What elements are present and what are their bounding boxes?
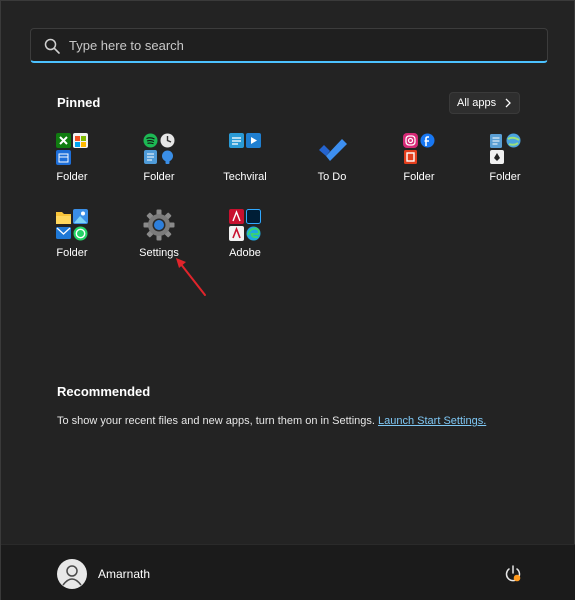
tile-label: Folder bbox=[56, 247, 88, 259]
all-apps-label: All apps bbox=[457, 97, 497, 109]
pinned-folder-social[interactable]: Folder bbox=[383, 133, 455, 199]
folder-notepad-globe-solitaire bbox=[490, 133, 521, 164]
search-icon bbox=[44, 38, 60, 54]
all-apps-button[interactable]: All apps bbox=[449, 92, 520, 114]
avatar[interactable] bbox=[57, 559, 87, 589]
tile-label: To Do bbox=[317, 171, 347, 183]
folder-instagram-facebook-office bbox=[403, 133, 435, 164]
search-placeholder: Type here to search bbox=[69, 38, 184, 53]
power-icon[interactable] bbox=[503, 564, 523, 584]
search-box[interactable]: Type here to search bbox=[30, 28, 548, 63]
user-icon bbox=[62, 565, 82, 586]
tile-label: Folder bbox=[143, 171, 175, 183]
folder-adobe-edge bbox=[229, 209, 261, 241]
pinned-techviral[interactable]: Techviral bbox=[209, 133, 281, 199]
tile-label: Folder bbox=[403, 171, 435, 183]
techviral-icon bbox=[229, 133, 261, 148]
tile-label: Adobe bbox=[229, 247, 261, 259]
chevron-right-icon bbox=[505, 98, 511, 108]
pinned-todo[interactable]: To Do bbox=[296, 133, 368, 199]
tile-label: Folder bbox=[489, 171, 521, 183]
recommended-text: To show your recent files and new apps, … bbox=[57, 415, 379, 427]
recommended-message: To show your recent files and new apps, … bbox=[57, 415, 486, 427]
folder-explorer-photos-mail-whatsapp bbox=[56, 209, 88, 241]
folder-spotify-clock-notes-tips bbox=[143, 133, 175, 164]
launch-start-settings-link[interactable]: Launch Start Settings. bbox=[378, 415, 486, 427]
pinned-folder-tools[interactable]: Folder bbox=[469, 133, 541, 199]
pinned-folder-explorer[interactable]: Folder bbox=[36, 209, 108, 275]
start-footer: Amarnath bbox=[1, 544, 575, 600]
todo-checkmark-icon bbox=[319, 139, 347, 161]
tile-label: Techviral bbox=[223, 171, 267, 183]
recommended-heading: Recommended bbox=[57, 384, 151, 399]
folder-xbox-store-calendar bbox=[56, 133, 88, 165]
start-menu: Type here to search Pinned All apps Fold… bbox=[0, 0, 575, 600]
pinned-adobe[interactable]: Adobe bbox=[209, 209, 281, 275]
user-name[interactable]: Amarnath bbox=[98, 567, 150, 581]
pinned-heading: Pinned bbox=[57, 95, 101, 110]
pinned-folder-spotify[interactable]: Folder bbox=[123, 133, 195, 199]
annotation-arrow-icon bbox=[176, 258, 206, 296]
tile-label: Folder bbox=[56, 171, 88, 183]
gear-icon bbox=[143, 209, 175, 241]
pinned-folder-xbox[interactable]: Folder bbox=[36, 133, 108, 199]
